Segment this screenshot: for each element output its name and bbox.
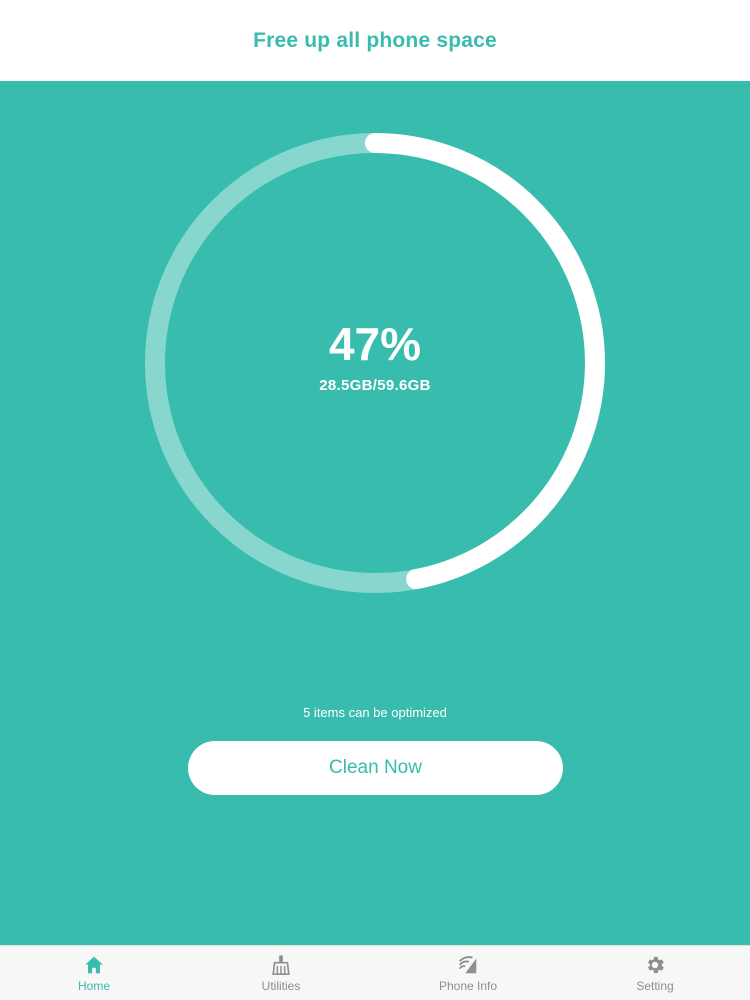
tab-home[interactable]: Home (34, 946, 154, 1000)
home-icon (85, 956, 103, 974)
tab-label: Phone Info (438, 979, 498, 993)
tab-setting[interactable]: Setting (595, 946, 715, 1000)
ring-center: 47% 28.5GB/59.6GB (145, 133, 605, 593)
tab-bar: Home Utilities Phone Info Setting (0, 945, 750, 1000)
gear-icon (648, 956, 664, 974)
tab-label: Setting (636, 979, 674, 993)
optimizable-items-text: 5 items can be optimized (303, 705, 447, 720)
tab-utilities[interactable]: Utilities (221, 946, 341, 1000)
usage-percent: 47% (328, 317, 422, 370)
header-bar: Free up all phone space (0, 0, 750, 81)
clean-now-button[interactable]: Clean Now (188, 741, 563, 795)
tab-phone-info[interactable]: Phone Info (408, 946, 528, 1000)
tab-label: Home (77, 979, 110, 993)
storage-ring: 47% 28.5GB/59.6GB (145, 133, 605, 593)
page-title: Free up all phone space (253, 28, 497, 52)
tab-label: Utilities (261, 979, 301, 993)
phone-signal-icon (458, 956, 477, 974)
broom-icon (272, 955, 290, 975)
app-root: Free up all phone space 47% 28.5GB/59.6G… (0, 0, 750, 1000)
usage-amount: 28.5GB/59.6GB (319, 376, 431, 394)
main-panel: 47% 28.5GB/59.6GB 5 items can be optimiz… (0, 81, 750, 945)
